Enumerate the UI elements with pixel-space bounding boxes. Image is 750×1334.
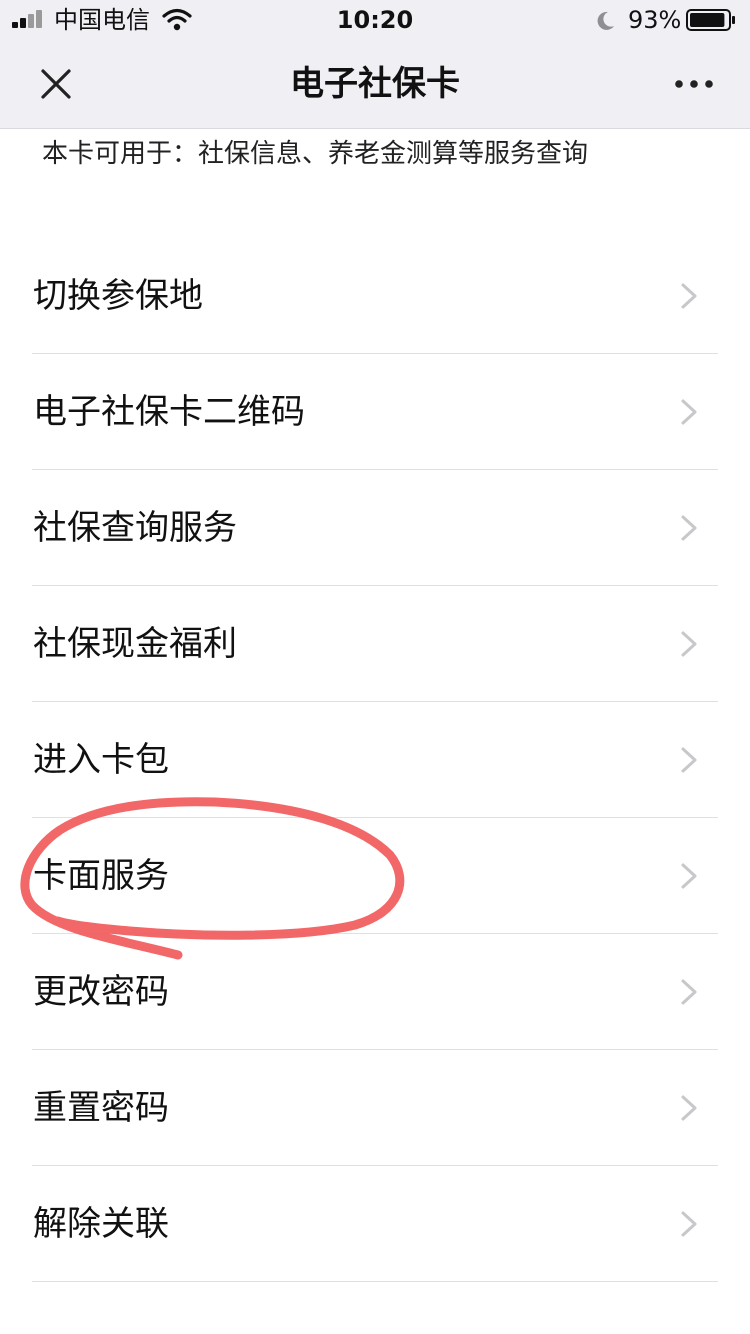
menu-item-card-wallet[interactable]: 进入卡包 (0, 702, 750, 818)
do-not-disturb-icon (597, 11, 614, 30)
menu-item-label: 社保查询服务 (33, 508, 237, 548)
menu-item-change-password[interactable]: 更改密码 (0, 934, 750, 1050)
chevron-right-icon (681, 399, 697, 425)
chevron-right-icon (681, 631, 697, 657)
menu-item-label: 进入卡包 (33, 740, 169, 780)
navigation-bar: 电子社保卡 (0, 40, 750, 128)
menu-item-label: 电子社保卡二维码 (33, 392, 305, 432)
menu-item-switch-location[interactable]: 切换参保地 (0, 238, 750, 354)
menu-item-label: 卡面服务 (33, 856, 169, 896)
menu-item-card-face-service[interactable]: 卡面服务 (0, 818, 750, 934)
menu-item-label: 解除关联 (33, 1204, 169, 1244)
chevron-right-icon (681, 747, 697, 773)
menu-item-reset-password[interactable]: 重置密码 (0, 1050, 750, 1166)
card-description: 本卡可用于：社保信息、养老金测算等服务查询 (42, 139, 589, 169)
status-bar: 中国电信 10:20 93% (0, 0, 750, 40)
menu-item-cash-benefits[interactable]: 社保现金福利 (0, 586, 750, 702)
page-title: 电子社保卡 (290, 64, 460, 104)
menu-item-label: 重置密码 (33, 1088, 169, 1128)
more-icon[interactable] (674, 74, 714, 94)
chevron-right-icon (681, 1211, 697, 1237)
battery-icon (686, 9, 735, 31)
menu-item-label: 切换参保地 (33, 276, 203, 316)
chevron-right-icon (681, 863, 697, 889)
chevron-right-icon (681, 1095, 697, 1121)
chevron-right-icon (681, 283, 697, 309)
menu-item-label: 更改密码 (33, 972, 169, 1012)
menu-item-unlink[interactable]: 解除关联 (0, 1166, 750, 1282)
menu-item-query-service[interactable]: 社保查询服务 (0, 470, 750, 586)
chevron-right-icon (681, 515, 697, 541)
menu-item-label: 社保现金福利 (33, 624, 237, 664)
chevron-right-icon (681, 979, 697, 1005)
service-menu: 切换参保地 电子社保卡二维码 社保查询服务 社保现金福利 进入卡包 卡面服务 更… (0, 238, 750, 1282)
menu-item-qr-code[interactable]: 电子社保卡二维码 (0, 354, 750, 470)
battery-percent: 93% (628, 6, 682, 34)
top-bar: 中国电信 10:20 93% 电子社保卡 (0, 0, 750, 129)
